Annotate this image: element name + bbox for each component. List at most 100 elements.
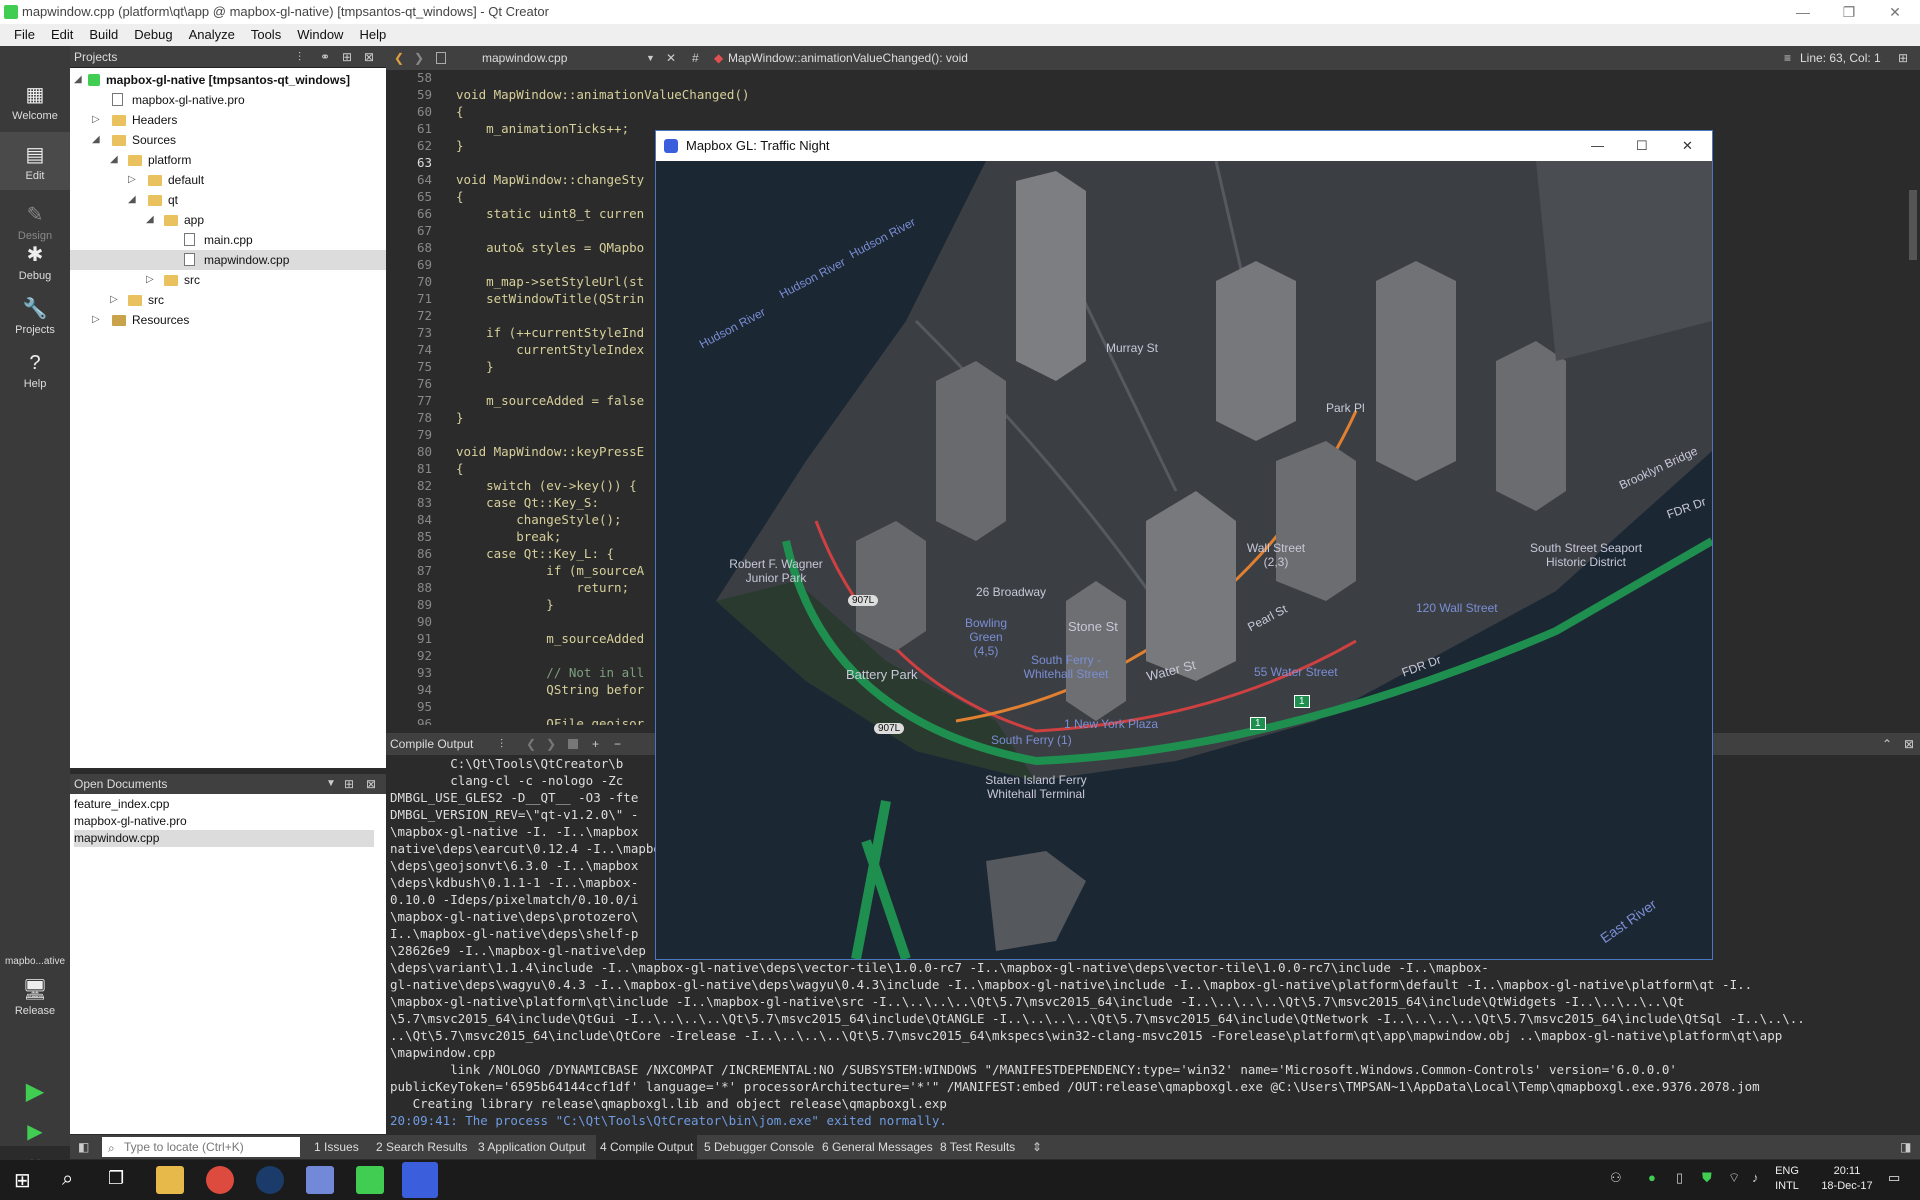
tree-item-main-cpp[interactable]: main.cpp bbox=[70, 230, 386, 250]
split-icon[interactable]: ⊞ bbox=[1898, 46, 1908, 70]
dropdown-arrow-icon[interactable]: ▼ bbox=[326, 774, 336, 794]
tab-general-messages[interactable]: 6 General Messages bbox=[822, 1135, 933, 1159]
mapbox-app-icon[interactable] bbox=[402, 1162, 438, 1198]
menu-file[interactable]: File bbox=[6, 24, 43, 46]
maximize-button[interactable]: ☐ bbox=[1636, 131, 1648, 161]
close-document-icon[interactable]: ✕ bbox=[666, 46, 676, 70]
tab-compile-output[interactable]: 4 Compile Output bbox=[596, 1135, 698, 1159]
dropdown-arrow-icon[interactable]: ▼ bbox=[646, 46, 655, 70]
chevron-right-icon[interactable]: ▷ bbox=[92, 310, 104, 330]
open-doc-item[interactable]: feature_index.cpp bbox=[74, 796, 374, 813]
menu-build[interactable]: Build bbox=[81, 24, 126, 46]
language-indicator[interactable]: ENG INTL bbox=[1770, 1164, 1804, 1194]
tree-item-sources[interactable]: ◢ Sources bbox=[70, 130, 386, 150]
menu-help[interactable]: Help bbox=[351, 24, 394, 46]
mode-help[interactable]: ? Help bbox=[0, 340, 70, 398]
mode-debug[interactable]: ✱ Debug bbox=[0, 232, 70, 290]
forward-arrow-icon[interactable]: ❯ bbox=[414, 46, 424, 70]
tree-item-app[interactable]: ◢ app bbox=[70, 210, 386, 230]
chevron-right-icon[interactable]: ▷ bbox=[92, 110, 104, 130]
tree-item-headers[interactable]: ▷ Headers bbox=[70, 110, 386, 130]
scrollbar-thumb[interactable] bbox=[1909, 190, 1917, 260]
open-doc-item[interactable]: mapwindow.cpp bbox=[74, 830, 374, 847]
filter-icon[interactable]: ⫶ bbox=[500, 733, 503, 755]
tab-debugger-console[interactable]: 5 Debugger Console bbox=[704, 1135, 814, 1159]
notification-icon[interactable]: ▭ bbox=[1888, 1170, 1900, 1186]
search-icon[interactable]: ⌕ bbox=[62, 1168, 73, 1191]
tree-item-default[interactable]: ▷ default bbox=[70, 170, 386, 190]
qt-creator-icon[interactable] bbox=[356, 1166, 384, 1194]
tree-item-pro-file[interactable]: mapbox-gl-native.pro bbox=[70, 90, 386, 110]
map-view[interactable]: Hudson River Hudson River Hudson River M… bbox=[656, 161, 1712, 959]
split-icon[interactable]: ⊞ bbox=[342, 46, 352, 68]
link-icon[interactable]: ⚭ bbox=[320, 46, 330, 68]
steam-icon[interactable] bbox=[256, 1166, 284, 1194]
back-arrow-icon[interactable]: ❮ bbox=[526, 733, 536, 755]
tree-item-platform[interactable]: ◢ platform bbox=[70, 150, 386, 170]
windows-start-icon[interactable]: ⊞ bbox=[14, 1168, 31, 1193]
kit-selector[interactable]: mapbo...ative 🖥 Release bbox=[0, 946, 70, 1066]
close-pane-icon[interactable]: ⊠ bbox=[1904, 733, 1914, 755]
maximize-button[interactable]: ❐ bbox=[1826, 0, 1872, 24]
battery-icon[interactable]: ▯ bbox=[1676, 1170, 1683, 1186]
menu-edit[interactable]: Edit bbox=[43, 24, 81, 46]
split-icon[interactable]: ⊞ bbox=[344, 774, 354, 794]
mode-edit[interactable]: ▤ Edit bbox=[0, 132, 70, 190]
volume-icon[interactable]: ♪ bbox=[1752, 1170, 1759, 1185]
mapbox-window[interactable]: Mapbox GL: Traffic Night — ☐ ✕ Hudson Ri… bbox=[655, 130, 1713, 960]
mode-welcome[interactable]: ▦ Welcome bbox=[0, 72, 70, 130]
network-icon[interactable]: ⌔ bbox=[1728, 1170, 1740, 1186]
discord-icon[interactable] bbox=[306, 1166, 334, 1194]
file-explorer-icon[interactable] bbox=[156, 1166, 184, 1194]
tree-item-qt[interactable]: ◢ qt bbox=[70, 190, 386, 210]
task-view-icon[interactable]: ❐ bbox=[108, 1168, 124, 1189]
chevron-down-icon[interactable]: ◢ bbox=[146, 210, 158, 230]
maximize-pane-icon[interactable]: ⌃ bbox=[1882, 733, 1892, 755]
people-icon[interactable]: ⚇ bbox=[1610, 1170, 1622, 1186]
chevron-down-icon[interactable]: ◢ bbox=[128, 190, 140, 210]
symbol-selector[interactable]: MapWindow::animationValueChanged(): void bbox=[728, 46, 968, 70]
menu-tools[interactable]: Tools bbox=[243, 24, 289, 46]
minus-icon[interactable]: − bbox=[614, 733, 621, 755]
open-doc-item[interactable]: mapbox-gl-native.pro bbox=[74, 813, 374, 830]
mode-projects[interactable]: 🔧 Projects bbox=[0, 286, 70, 344]
tree-item-resources[interactable]: ▷ Resources bbox=[70, 310, 386, 330]
close-pane-icon[interactable]: ⊠ bbox=[366, 774, 376, 794]
tab-application-output[interactable]: 3 Application Output bbox=[478, 1135, 585, 1159]
chrome-icon[interactable] bbox=[206, 1166, 234, 1194]
stop-icon[interactable] bbox=[568, 739, 578, 749]
filter-icon[interactable]: ⫶ bbox=[298, 46, 301, 68]
shield-icon[interactable]: ⛊ bbox=[1702, 1170, 1712, 1186]
close-button[interactable]: ✕ bbox=[1872, 0, 1918, 24]
tree-item-project-root[interactable]: ◢ mapbox-gl-native [tmpsantos-qt_windows… bbox=[70, 70, 386, 90]
more-tabs-icon[interactable]: ⇕ bbox=[1032, 1135, 1042, 1159]
cursor-position[interactable]: Line: 63, Col: 1 bbox=[1800, 46, 1881, 70]
tree-item-mapwindow-cpp[interactable]: mapwindow.cpp bbox=[70, 250, 386, 270]
chevron-down-icon[interactable]: ◢ bbox=[110, 150, 122, 170]
run-icon[interactable]: ▶ bbox=[0, 1074, 70, 1110]
editor-file-name[interactable]: mapwindow.cpp bbox=[482, 46, 567, 70]
minimize-button[interactable]: — bbox=[1780, 0, 1826, 24]
locator-input[interactable]: Type to locate (Ctrl+K) bbox=[102, 1137, 300, 1157]
chevron-down-icon[interactable]: ◢ bbox=[92, 130, 104, 150]
minimize-button[interactable]: — bbox=[1591, 131, 1604, 161]
toggle-output-icon[interactable]: ◨ bbox=[1900, 1135, 1911, 1159]
editor-scrollbar[interactable] bbox=[1906, 70, 1920, 725]
chevron-right-icon[interactable]: ▷ bbox=[146, 270, 158, 290]
close-button[interactable]: ✕ bbox=[1682, 131, 1693, 161]
tray-app-icon[interactable]: ● bbox=[1648, 1170, 1656, 1185]
chevron-down-icon[interactable]: ◢ bbox=[74, 70, 86, 90]
tab-issues[interactable]: 1 Issues bbox=[314, 1135, 359, 1159]
close-pane-icon[interactable]: ⊠ bbox=[364, 46, 374, 68]
menu-window[interactable]: Window bbox=[289, 24, 351, 46]
menu-analyze[interactable]: Analyze bbox=[181, 24, 243, 46]
toggle-sidebar-icon[interactable]: ◧ bbox=[78, 1135, 89, 1159]
back-arrow-icon[interactable]: ❮ bbox=[394, 46, 404, 70]
tree-item-src[interactable]: ▷ src bbox=[70, 290, 386, 310]
tree-item-qt-src[interactable]: ▷ src bbox=[70, 270, 386, 290]
tab-test-results[interactable]: 8 Test Results bbox=[940, 1135, 1015, 1159]
mapbox-window-titlebar[interactable]: Mapbox GL: Traffic Night — ☐ ✕ bbox=[656, 131, 1712, 161]
clock[interactable]: 20:11 18-Dec-17 bbox=[1812, 1164, 1882, 1194]
chevron-right-icon[interactable]: ▷ bbox=[110, 290, 122, 310]
tab-search-results[interactable]: 2 Search Results bbox=[376, 1135, 467, 1159]
